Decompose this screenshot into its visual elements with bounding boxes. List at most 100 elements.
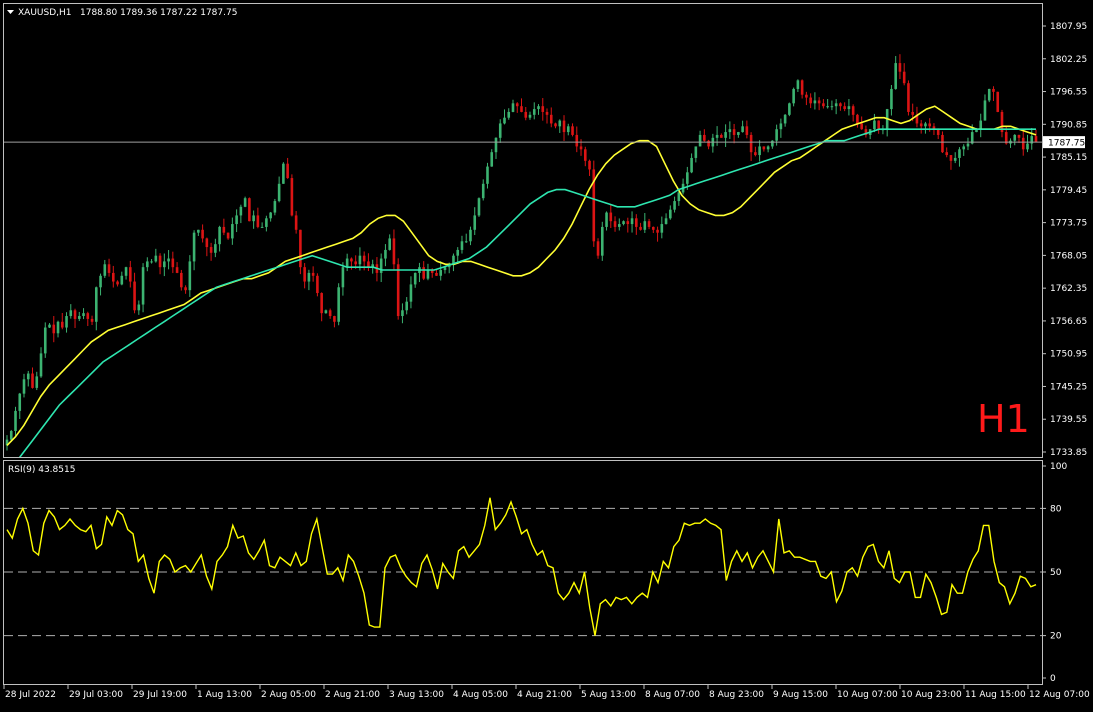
timeframe-label: H1: [977, 397, 1030, 441]
candle-body: [205, 238, 209, 248]
candle-body: [805, 94, 808, 98]
candle-body: [154, 255, 158, 262]
candle-body: [43, 327, 47, 354]
candle-body: [392, 238, 396, 265]
candle-body: [184, 287, 187, 291]
candle-body: [201, 229, 204, 239]
candle-body: [137, 304, 141, 311]
candle-body: [528, 114, 532, 118]
candle-body: [966, 143, 970, 147]
candle-body: [388, 238, 391, 250]
candle-body: [56, 321, 60, 334]
main-chart-frame: [3, 3, 1043, 458]
candle-body: [320, 293, 323, 314]
candle-body: [299, 229, 302, 268]
x-tick-label: 10 Aug 23:00: [901, 690, 962, 700]
candle-body: [239, 206, 243, 216]
candle-body: [99, 275, 102, 288]
candle-body: [694, 146, 698, 158]
x-tick-label: 29 Jul 19:00: [133, 690, 187, 700]
candle-body: [405, 301, 408, 311]
y-tick-label: 1733.85: [1050, 448, 1087, 458]
candle-body: [256, 215, 260, 227]
chart-window: 1807.95 1802.25 1796.55 1790.85 1785.15 1779.…: [0, 0, 1093, 708]
candle-body: [741, 126, 744, 133]
x-tick-label: 2 Aug 21:00: [325, 690, 380, 700]
candle-body: [622, 221, 625, 225]
current-price-label: 1787.75: [1048, 139, 1085, 149]
y-tick-label: 1756.65: [1050, 317, 1087, 327]
candle-body: [924, 123, 927, 127]
candle-body: [77, 316, 81, 319]
candle-body: [515, 103, 519, 107]
candle-body: [494, 137, 498, 153]
candle-body: [277, 183, 281, 202]
symbol-dropdown-arrow-icon[interactable]: [7, 10, 14, 14]
candle-body: [600, 226, 604, 256]
candle-body: [771, 140, 774, 147]
candle-body: [834, 103, 838, 107]
candle-body: [745, 126, 749, 135]
candle-body: [226, 232, 230, 239]
candle-body: [928, 123, 931, 127]
candle-body: [715, 134, 719, 138]
candle-body: [401, 310, 404, 317]
candle-body: [69, 310, 73, 317]
x-tick-label: 3 Aug 13:00: [389, 690, 444, 700]
candle-body: [333, 316, 336, 322]
candle-body: [545, 111, 549, 115]
candle-body: [290, 178, 294, 216]
y-tick-label: 1739.55: [1050, 415, 1087, 425]
candle-body: [90, 318, 94, 322]
candle-body: [669, 209, 672, 219]
candle-body: [435, 272, 438, 276]
x-tick-label: 8 Aug 07:00: [645, 690, 700, 700]
candle-body: [1017, 134, 1021, 138]
candle-body: [728, 129, 732, 133]
candle-body: [630, 218, 634, 225]
candle-body: [235, 215, 238, 225]
candle-body: [873, 120, 876, 130]
x-tick-label: 5 Aug 13:00: [581, 690, 636, 700]
candle-body: [1034, 136, 1038, 143]
candle-body: [724, 132, 727, 138]
candle-body: [847, 106, 851, 110]
candle-body: [796, 80, 800, 89]
candle-body: [354, 261, 357, 265]
candle-body: [992, 88, 995, 92]
candle-body: [537, 106, 540, 110]
chart-canvas[interactable]: 1807.95 1802.25 1796.55 1790.85 1785.15 1779.…: [0, 0, 1093, 708]
candle-body: [65, 316, 68, 328]
candle-body: [473, 215, 477, 230]
x-tick-label: 12 Aug 07:00: [1029, 690, 1090, 700]
candle-body: [541, 106, 545, 112]
candle-body: [175, 267, 179, 273]
candle-body: [822, 103, 825, 107]
x-tick-label: 29 Jul 03:00: [69, 690, 123, 700]
candle-body: [775, 129, 778, 141]
candle-body: [732, 129, 736, 135]
candle-body: [163, 261, 166, 268]
y-tick-label: 1802.25: [1050, 55, 1087, 65]
candle-body: [456, 249, 460, 256]
candle-body: [192, 232, 196, 262]
candle-body: [116, 281, 119, 285]
candle-body: [265, 218, 268, 227]
x-tick-label: 8 Aug 23:00: [709, 690, 764, 700]
x-tick-label: 11 Aug 15:00: [965, 690, 1026, 700]
candle-body: [690, 157, 693, 173]
fast-ma-line: [6, 105, 1037, 446]
candle-body: [809, 97, 812, 104]
candle-body: [82, 313, 85, 317]
candle-body: [481, 183, 485, 199]
candle-body: [520, 106, 523, 112]
candle-body: [532, 109, 536, 115]
candle-body: [511, 103, 515, 112]
rsi-tick-label: 100: [1050, 462, 1067, 472]
candle-body: [133, 281, 136, 311]
x-tick-label: 28 Jul 2022: [5, 690, 56, 700]
x-tick-label: 1 Aug 13:00: [197, 690, 252, 700]
candle-body: [248, 198, 251, 222]
candle-body: [554, 123, 557, 127]
candle-body: [231, 224, 234, 239]
